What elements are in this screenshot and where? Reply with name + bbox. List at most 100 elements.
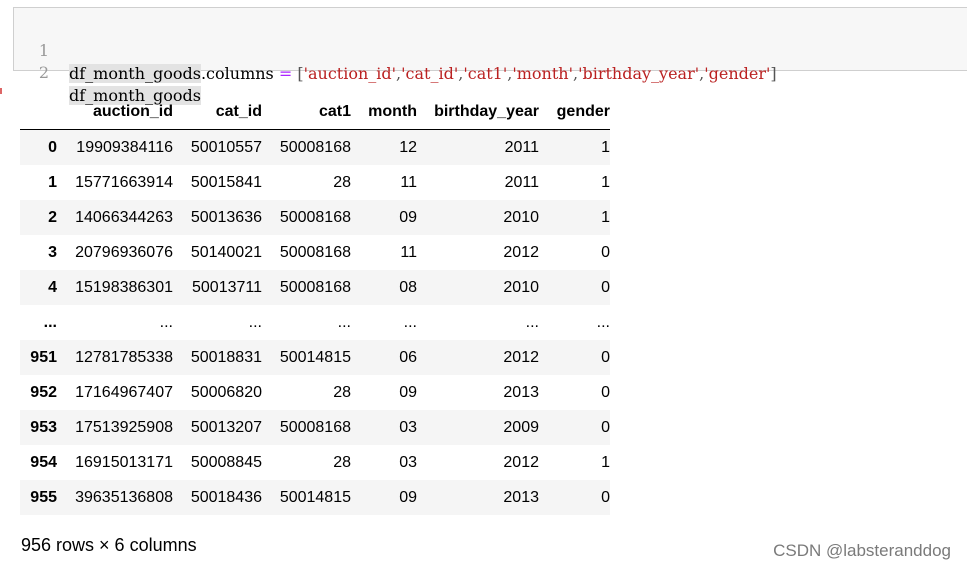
line-number-2: 2 xyxy=(38,63,49,82)
code-line-2: 2 df_month_goods xyxy=(14,38,201,105)
code-string: 'auction_id' xyxy=(303,64,397,83)
code-line-1: 1 df_month_goods.columns = ['auction_id'… xyxy=(14,16,777,83)
table-row: ..................... xyxy=(20,305,610,340)
table-cell: 2010 xyxy=(503,208,539,226)
table-cell: ... xyxy=(248,313,262,331)
table-cell: 50018831 xyxy=(190,348,262,366)
column-header: cat_id xyxy=(173,95,262,130)
table-cell: 17513925908 xyxy=(75,418,173,436)
table-row: 954 16915013171 50008845 28 03 2012 1 xyxy=(20,445,610,480)
table-cell: 0 xyxy=(601,243,610,261)
table-cell: 2012 xyxy=(503,348,539,366)
table-cell: 50014815 xyxy=(279,348,351,366)
row-index: 954 xyxy=(30,453,57,471)
table-cell: 50013636 xyxy=(190,208,262,226)
watermark: CSDN @labsteranddog xyxy=(773,541,951,560)
code-string: 'month' xyxy=(512,64,573,83)
table-cell: 0 xyxy=(601,383,610,401)
header-row: auction_id cat_id cat1 month birthday_ye… xyxy=(20,95,610,130)
table-row: 0 19909384116 50010557 50008168 12 2011 1 xyxy=(20,129,610,165)
table-cell: 50018436 xyxy=(190,488,262,506)
table-cell: 50010557 xyxy=(190,138,262,156)
table-row: 952 17164967407 50006820 28 09 2013 0 xyxy=(20,375,610,410)
table-cell: 0 xyxy=(601,488,610,506)
table-cell: 2012 xyxy=(503,453,539,471)
table-cell: 03 xyxy=(399,418,417,436)
table-row: 4 15198386301 50013711 50008168 08 2010 0 xyxy=(20,270,610,305)
table-cell: 50014815 xyxy=(279,488,351,506)
row-index: 951 xyxy=(30,348,57,366)
table-cell: 2013 xyxy=(503,383,539,401)
table-row: 2 14066344263 50013636 50008168 09 2010 1 xyxy=(20,200,610,235)
code-operator: = xyxy=(273,64,298,83)
table-cell: 28 xyxy=(333,173,351,191)
table-cell: 12781785338 xyxy=(75,348,173,366)
table-cell: 2013 xyxy=(503,488,539,506)
table-cell: 1 xyxy=(601,208,610,226)
table-cell: ... xyxy=(596,313,610,331)
cell-marker xyxy=(0,88,2,94)
dataframe-table: auction_id cat_id cat1 month birthday_ye… xyxy=(20,95,610,515)
table-cell: 1 xyxy=(601,173,610,191)
table-cell: 1 xyxy=(601,138,610,156)
table-cell: 20796936076 xyxy=(75,243,173,261)
table-cell: 50008168 xyxy=(279,278,351,296)
row-index: 1 xyxy=(48,173,57,191)
table-cell: 50008168 xyxy=(279,208,351,226)
column-header: month xyxy=(351,95,417,130)
table-cell: 12 xyxy=(399,138,417,156)
table-cell: 03 xyxy=(399,453,417,471)
table-cell: 50013207 xyxy=(190,418,262,436)
row-index: 955 xyxy=(30,488,57,506)
row-index: ... xyxy=(43,313,57,331)
table-cell: 50008168 xyxy=(279,243,351,261)
table-cell: 11 xyxy=(400,243,417,261)
table-cell: 17164967407 xyxy=(75,383,173,401)
table-cell: 50013711 xyxy=(192,278,262,296)
row-index: 4 xyxy=(48,278,57,296)
table-cell: 39635136808 xyxy=(75,488,173,506)
code-string: 'gender' xyxy=(704,64,771,83)
column-header: cat1 xyxy=(262,95,351,130)
table-cell: 15198386301 xyxy=(75,278,173,296)
row-index: 953 xyxy=(30,418,57,436)
table-cell: 19909384116 xyxy=(76,138,173,156)
table-cell: ... xyxy=(337,313,351,331)
code-variable: df_month_goods xyxy=(69,64,201,83)
table-cell: 28 xyxy=(333,453,351,471)
code-string: 'cat1' xyxy=(463,64,508,83)
column-header: auction_id xyxy=(58,95,173,130)
column-header: gender xyxy=(539,95,610,130)
table-cell: 2009 xyxy=(503,418,539,436)
table-row: 951 12781785338 50018831 50014815 06 2012 0 xyxy=(20,340,610,375)
table-cell: 16915013171 xyxy=(75,453,173,471)
code-cell-input[interactable]: 1 df_month_goods.columns = ['auction_id'… xyxy=(13,7,967,105)
table-cell: 11 xyxy=(400,173,417,191)
table-cell: 2011 xyxy=(504,138,539,156)
table-cell: 2010 xyxy=(503,278,539,296)
table-cell: ... xyxy=(403,313,417,331)
table-cell: 09 xyxy=(399,488,417,506)
table-cell: 50008168 xyxy=(279,418,351,436)
row-index: 952 xyxy=(30,383,57,401)
table-body: 0 19909384116 50010557 50008168 12 2011 1 1 1577… xyxy=(20,129,610,515)
table-cell: 1 xyxy=(601,453,610,471)
table-cell: 15771663914 xyxy=(75,173,173,191)
table-cell: ... xyxy=(159,313,173,331)
code-string: 'birthday_year' xyxy=(578,64,700,83)
table-cell: 50015841 xyxy=(190,173,262,191)
table-cell: 0 xyxy=(601,418,610,436)
table-cell: 08 xyxy=(399,278,417,296)
table-cell: ... xyxy=(525,313,539,331)
code-attribute: .columns xyxy=(200,64,274,83)
table-cell: 50008845 xyxy=(190,453,262,471)
table-row: 3 20796936076 50140021 50008168 11 2012 0 xyxy=(20,235,610,270)
shape-summary: 956 rows × 6 columns xyxy=(21,535,197,555)
row-index: 0 xyxy=(48,138,57,156)
table-row: 955 39635136808 50018436 50014815 09 2013 0 xyxy=(20,480,610,515)
table-row: 1 15771663914 50015841 28 11 2011 1 xyxy=(20,165,610,200)
code-text-1[interactable]: df_month_goods.columns = ['auction_id','… xyxy=(69,62,777,85)
table-cell: 50008168 xyxy=(279,138,351,156)
table-cell: 0 xyxy=(601,348,610,366)
table-cell: 0 xyxy=(601,278,610,296)
